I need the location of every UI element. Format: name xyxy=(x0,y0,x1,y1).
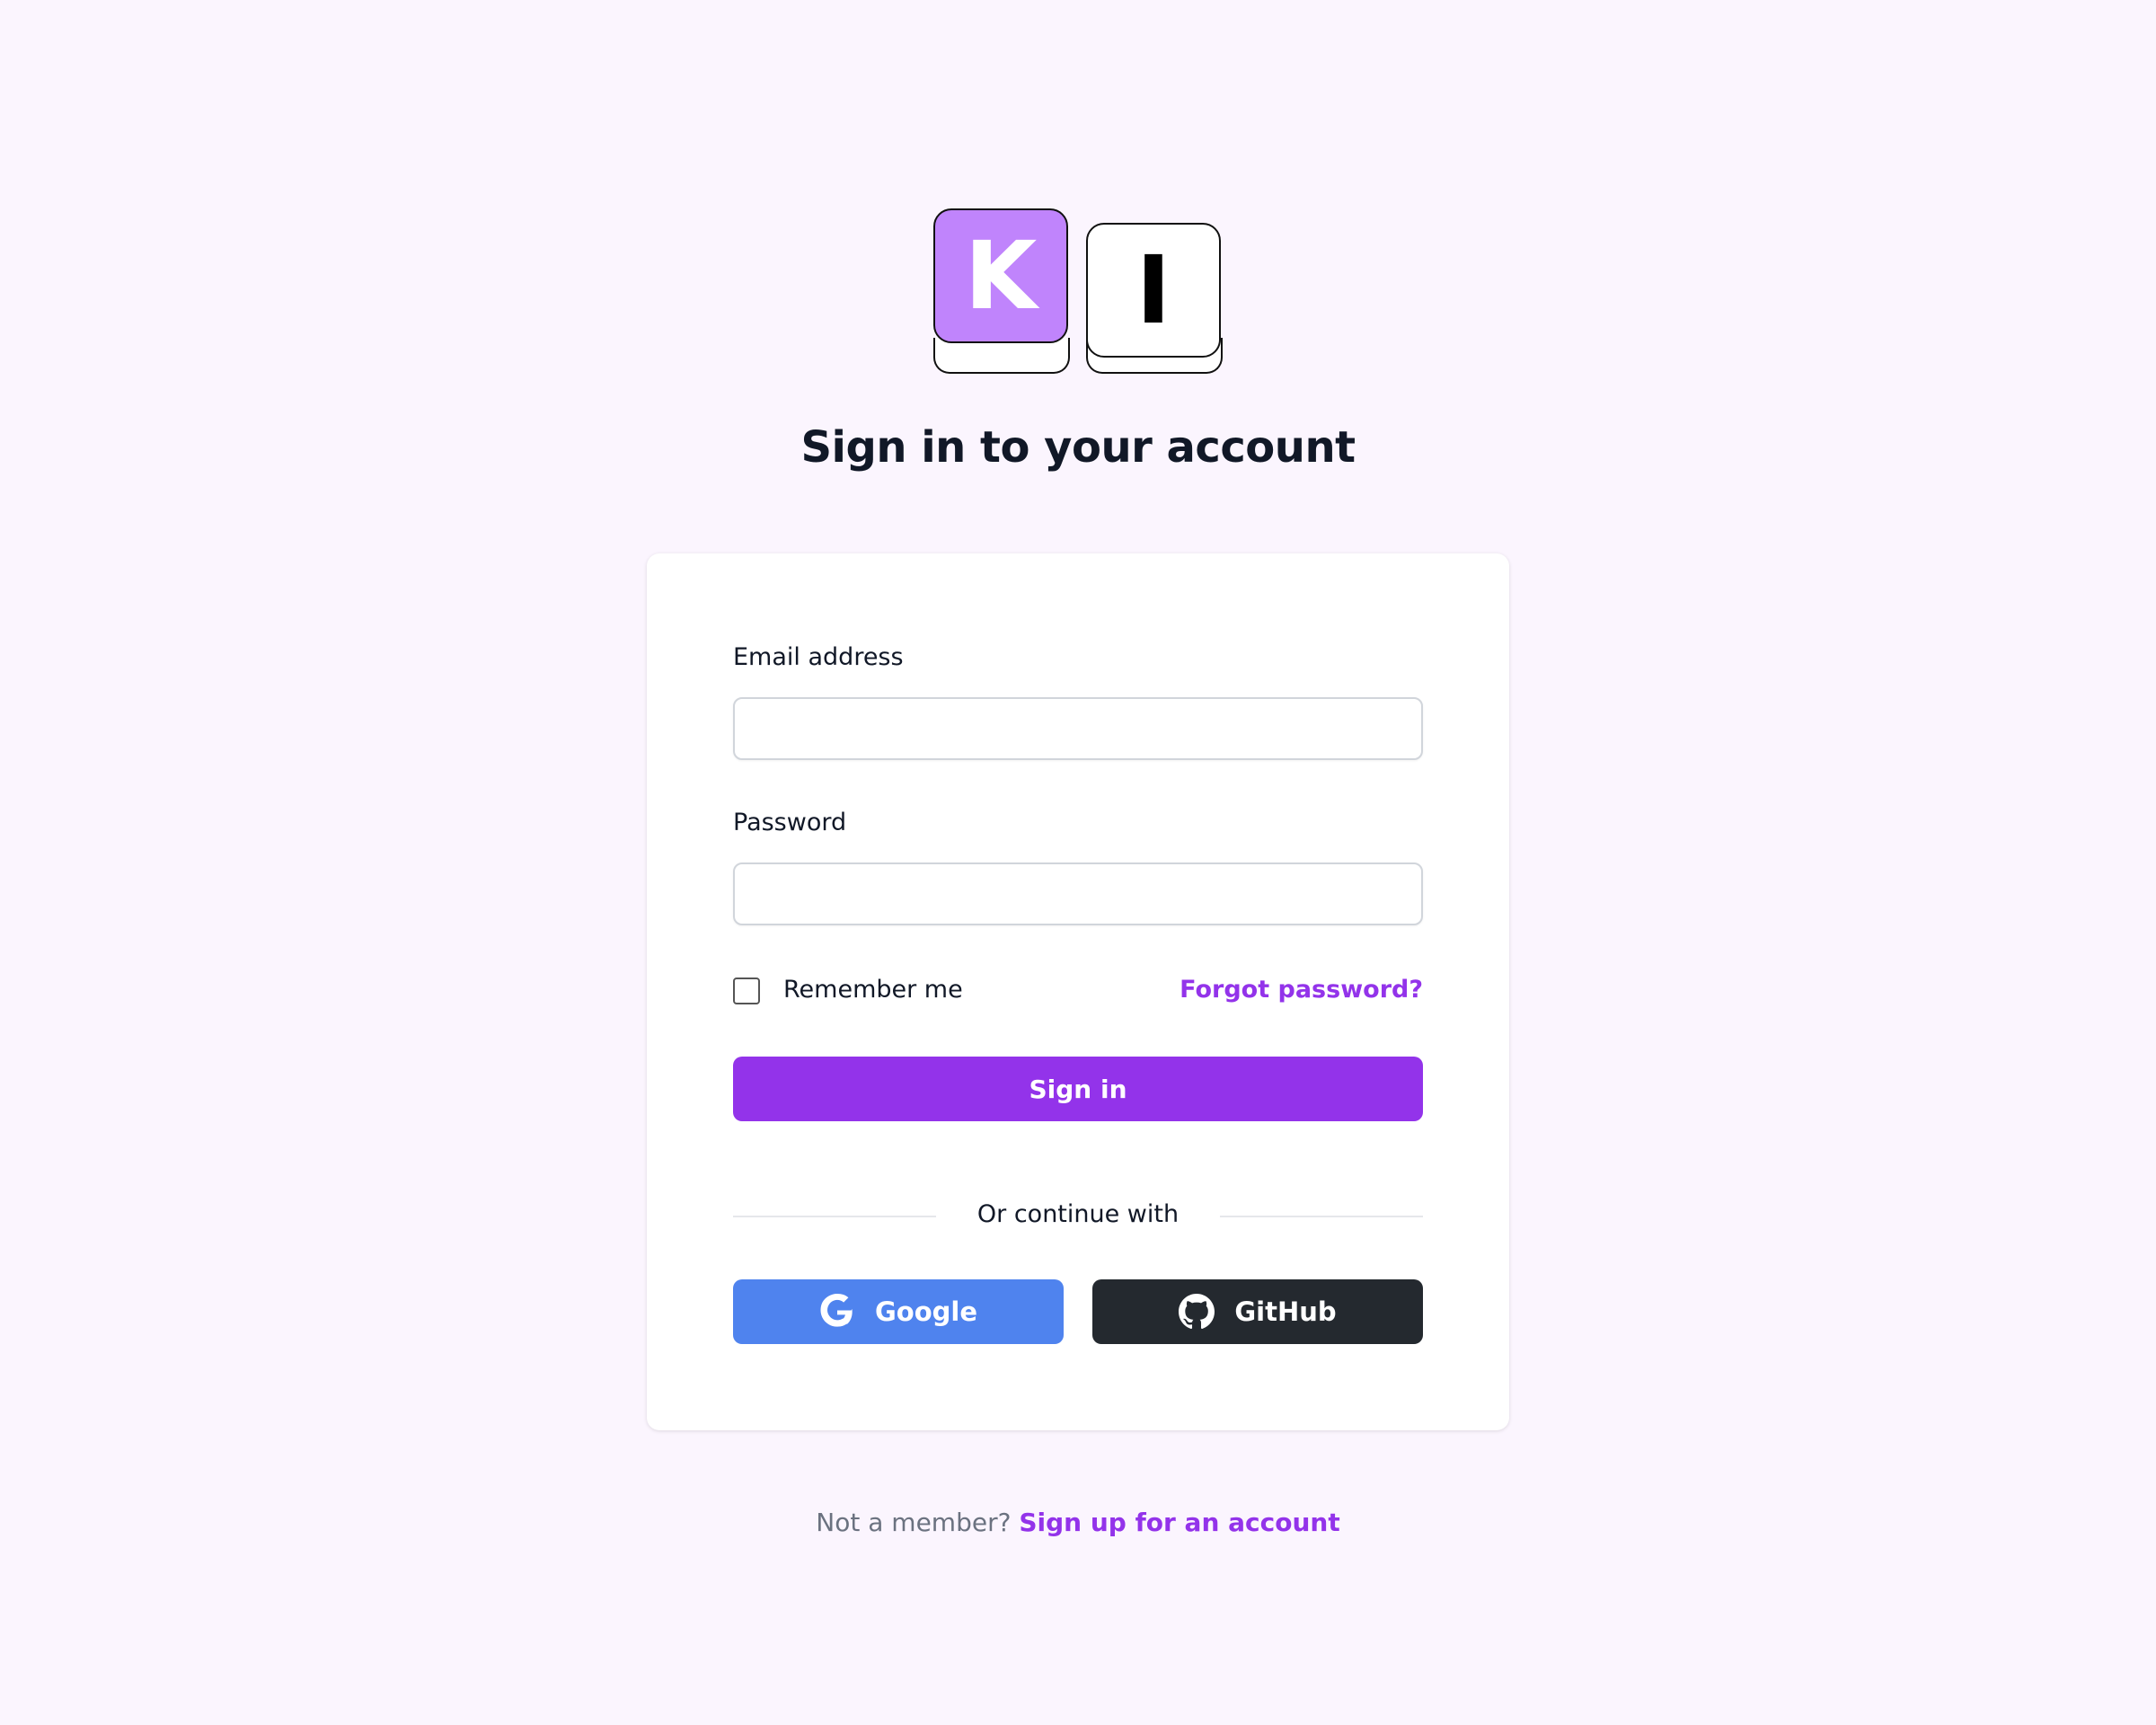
sign-in-button-label: Sign in xyxy=(1029,1074,1127,1104)
github-sign-in-button[interactable]: GitHub xyxy=(1092,1279,1423,1344)
footer: Not a member? Sign up for an account xyxy=(0,1508,2156,1537)
footer-prompt: Not a member? xyxy=(816,1508,1012,1537)
google-sign-in-button[interactable]: Google xyxy=(733,1279,1064,1344)
remember-me-checkbox[interactable] xyxy=(733,978,760,1004)
divider-right xyxy=(1220,1216,1423,1217)
github-button-label: GitHub xyxy=(1234,1296,1337,1327)
google-icon xyxy=(820,1294,853,1327)
sign-up-link[interactable]: Sign up for an account xyxy=(1019,1508,1339,1537)
forgot-password-link[interactable]: Forgot password? xyxy=(1180,976,1423,1004)
remember-me-label[interactable]: Remember me xyxy=(783,976,963,1004)
google-button-label: Google xyxy=(874,1296,978,1327)
sign-in-button[interactable]: Sign in xyxy=(733,1057,1423,1121)
github-icon xyxy=(1179,1294,1215,1330)
card-overlay: Remember me Forgot password? Sign in Or … xyxy=(647,0,1509,1725)
divider-text: Or continue with xyxy=(976,1200,1180,1228)
